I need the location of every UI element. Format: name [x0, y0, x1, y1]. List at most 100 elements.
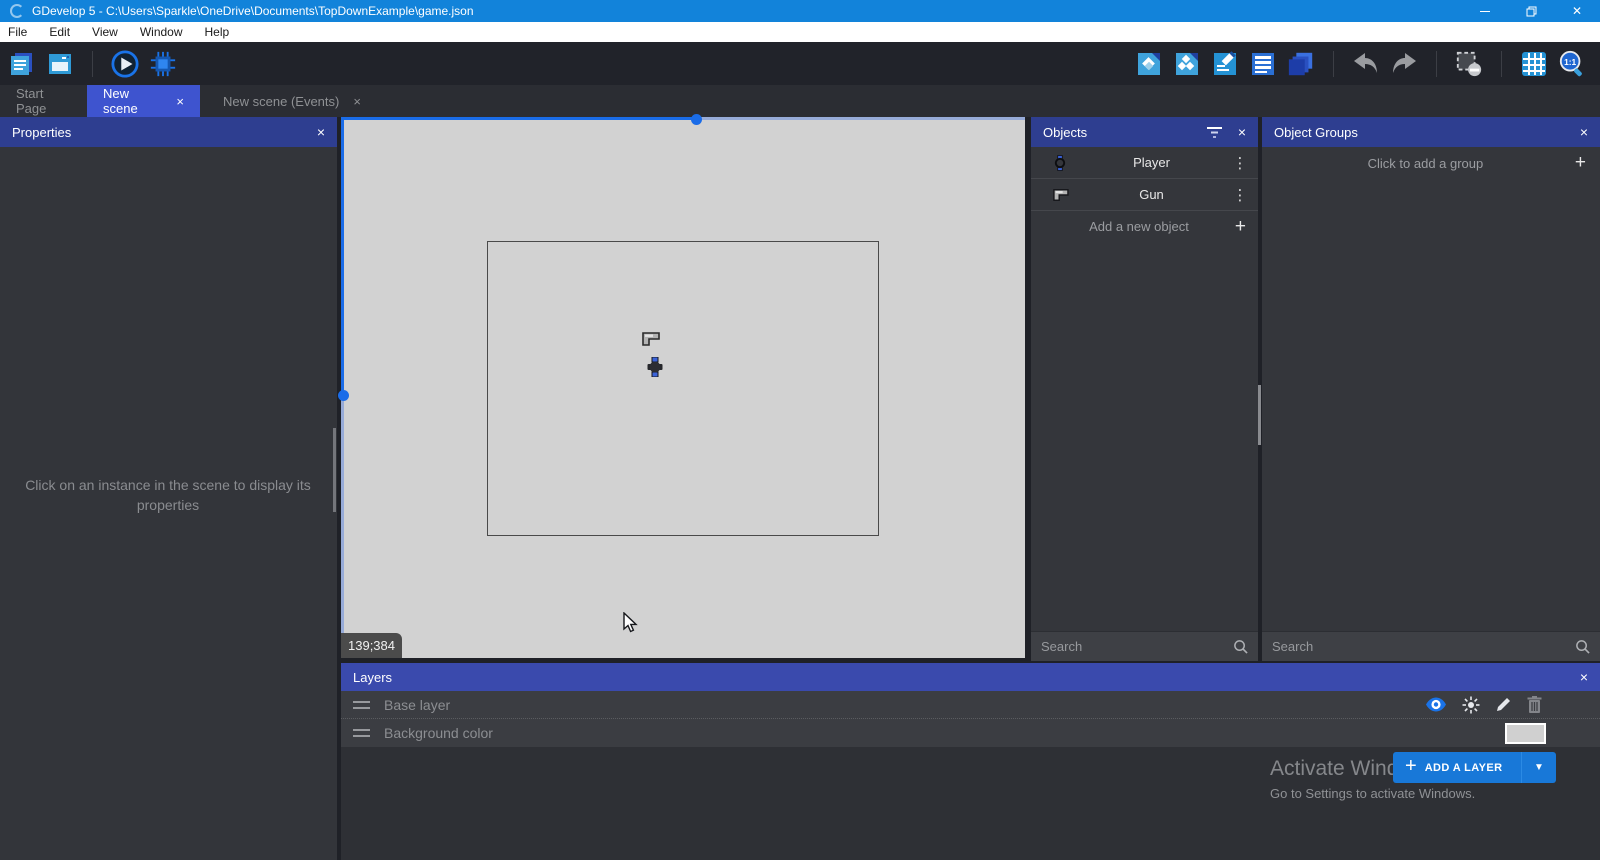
add-group-button[interactable]: Click to add a group +: [1262, 147, 1600, 179]
object-menu-icon[interactable]: ⋮: [1232, 186, 1248, 204]
close-panel-icon[interactable]: ×: [1580, 669, 1588, 685]
layers-panel: Layers × Base layer: [341, 663, 1600, 860]
close-panel-icon[interactable]: ×: [1238, 124, 1246, 140]
drag-handle-icon[interactable]: [353, 701, 370, 709]
add-a-layer-button[interactable]: + ADD A LAYER ▼: [1393, 752, 1556, 783]
add-layer-label: ADD A LAYER: [1425, 762, 1521, 774]
properties-panel-icon[interactable]: [1211, 50, 1239, 78]
layers-panel-icon[interactable]: [1287, 50, 1315, 78]
tab-new-scene[interactable]: New scene ×: [87, 85, 200, 117]
add-object-label: Add a new object: [1043, 219, 1235, 234]
object-groups-panel-icon[interactable]: [1173, 50, 1201, 78]
tabbar: Start Page New scene × New scene (Events…: [0, 85, 1600, 117]
menu-view[interactable]: View: [92, 25, 118, 39]
objects-panel-icon[interactable]: [1135, 50, 1163, 78]
object-groups-search-input[interactable]: [1272, 639, 1575, 654]
canvas-v-scrollbar-track[interactable]: [341, 396, 344, 658]
minimize-button[interactable]: [1462, 0, 1508, 22]
gun-instance-sprite[interactable]: [641, 331, 660, 347]
scene-canvas[interactable]: 139;384: [341, 117, 1025, 658]
objects-header: Objects ×: [1031, 117, 1258, 147]
canvas-h-scroll-thumb[interactable]: [691, 114, 702, 125]
add-group-label: Click to add a group: [1276, 156, 1575, 171]
properties-header: Properties ×: [0, 117, 337, 147]
player-object-icon: [1049, 155, 1071, 171]
menu-file[interactable]: File: [8, 25, 27, 39]
drag-handle-icon[interactable]: [353, 729, 370, 737]
object-groups-search: [1262, 631, 1600, 661]
layer-name: Base layer: [384, 697, 450, 713]
tab-label: Start Page: [16, 86, 71, 116]
toolbar: 1:1: [0, 42, 1600, 85]
search-icon: [1233, 639, 1248, 654]
close-panel-icon[interactable]: ×: [317, 124, 325, 140]
menu-edit[interactable]: Edit: [49, 25, 70, 39]
titlebar: GDevelop 5 - C:\Users\Sparkle\OneDrive\D…: [0, 0, 1600, 22]
tab-start-page[interactable]: Start Page: [0, 85, 87, 117]
object-row-gun[interactable]: Gun ⋮: [1031, 179, 1258, 211]
plus-icon: +: [1393, 755, 1425, 780]
debug-icon[interactable]: [149, 50, 177, 78]
grid-icon[interactable]: [1520, 50, 1548, 78]
object-groups-header: Object Groups ×: [1262, 117, 1600, 147]
minimize-icon: [1480, 11, 1490, 12]
delete-layer-trash-icon[interactable]: [1527, 696, 1542, 713]
zoom-1-1-icon[interactable]: 1:1: [1558, 50, 1586, 78]
player-instance-sprite[interactable]: [647, 357, 663, 377]
layers-title: Layers: [353, 670, 392, 685]
redo-icon[interactable]: [1390, 50, 1418, 78]
object-groups-title: Object Groups: [1274, 125, 1358, 140]
play-icon[interactable]: [111, 50, 139, 78]
close-button[interactable]: ✕: [1554, 0, 1600, 22]
mouse-cursor-icon: [622, 612, 639, 634]
undo-icon[interactable]: [1352, 50, 1380, 78]
game-window-bounds: [487, 241, 879, 536]
toolbar-separator: [1501, 51, 1502, 77]
menu-help[interactable]: Help: [205, 25, 230, 39]
objects-panel: Objects × Player ⋮: [1031, 117, 1258, 661]
clear-selection-icon[interactable]: [1455, 50, 1483, 78]
canvas-v-scroll-thumb[interactable]: [338, 390, 349, 401]
layer-row-background-color[interactable]: Background color: [341, 719, 1600, 747]
close-panel-icon[interactable]: ×: [1580, 124, 1588, 140]
edit-layer-pencil-icon[interactable]: [1495, 696, 1512, 713]
project-manager-icon[interactable]: [8, 50, 36, 78]
svg-text:1:1: 1:1: [1564, 56, 1576, 66]
menu-window[interactable]: Window: [140, 25, 183, 39]
properties-title: Properties: [12, 125, 71, 140]
layer-row-base[interactable]: Base layer: [341, 691, 1600, 719]
objects-title: Objects: [1043, 125, 1087, 140]
objects-search-input[interactable]: [1041, 639, 1233, 654]
window-title: GDevelop 5 - C:\Users\Sparkle\OneDrive\D…: [32, 4, 474, 18]
instances-list-icon[interactable]: [1249, 50, 1277, 78]
canvas-v-scrollbar[interactable]: [341, 117, 344, 396]
object-row-player[interactable]: Player ⋮: [1031, 147, 1258, 179]
objects-search: [1031, 631, 1258, 661]
object-groups-panel: Object Groups × Click to add a group +: [1262, 117, 1600, 661]
background-color-swatch[interactable]: [1505, 723, 1546, 744]
toolbar-separator: [1333, 51, 1334, 77]
object-name: Gun: [1071, 187, 1232, 202]
plus-icon: +: [1235, 216, 1246, 238]
close-icon: ✕: [1572, 4, 1582, 18]
canvas-h-scrollbar-track[interactable]: [697, 117, 1025, 120]
tab-new-scene-events[interactable]: New scene (Events) ×: [207, 85, 377, 117]
object-menu-icon[interactable]: ⋮: [1232, 154, 1248, 172]
watermark-line2: Go to Settings to activate Windows.: [1270, 786, 1475, 801]
add-new-object-button[interactable]: Add a new object +: [1031, 211, 1258, 242]
properties-scrollbar[interactable]: [333, 428, 336, 512]
layer-effects-icon[interactable]: [1462, 696, 1480, 714]
canvas-h-scrollbar[interactable]: [341, 117, 697, 120]
start-page-icon[interactable]: [46, 50, 74, 78]
layers-header: Layers ×: [341, 663, 1600, 691]
tab-close-icon[interactable]: ×: [353, 94, 361, 109]
chevron-down-icon[interactable]: ▼: [1522, 762, 1556, 773]
objects-panel-scrollbar[interactable]: [1258, 385, 1261, 445]
restore-button[interactable]: [1508, 0, 1554, 22]
properties-panel: Properties × Click on an instance in the…: [0, 117, 337, 860]
filter-icon[interactable]: [1207, 127, 1222, 138]
visibility-eye-icon[interactable]: [1425, 697, 1447, 712]
tab-close-icon[interactable]: ×: [176, 94, 184, 109]
search-icon: [1575, 639, 1590, 654]
restore-icon: [1526, 6, 1537, 17]
